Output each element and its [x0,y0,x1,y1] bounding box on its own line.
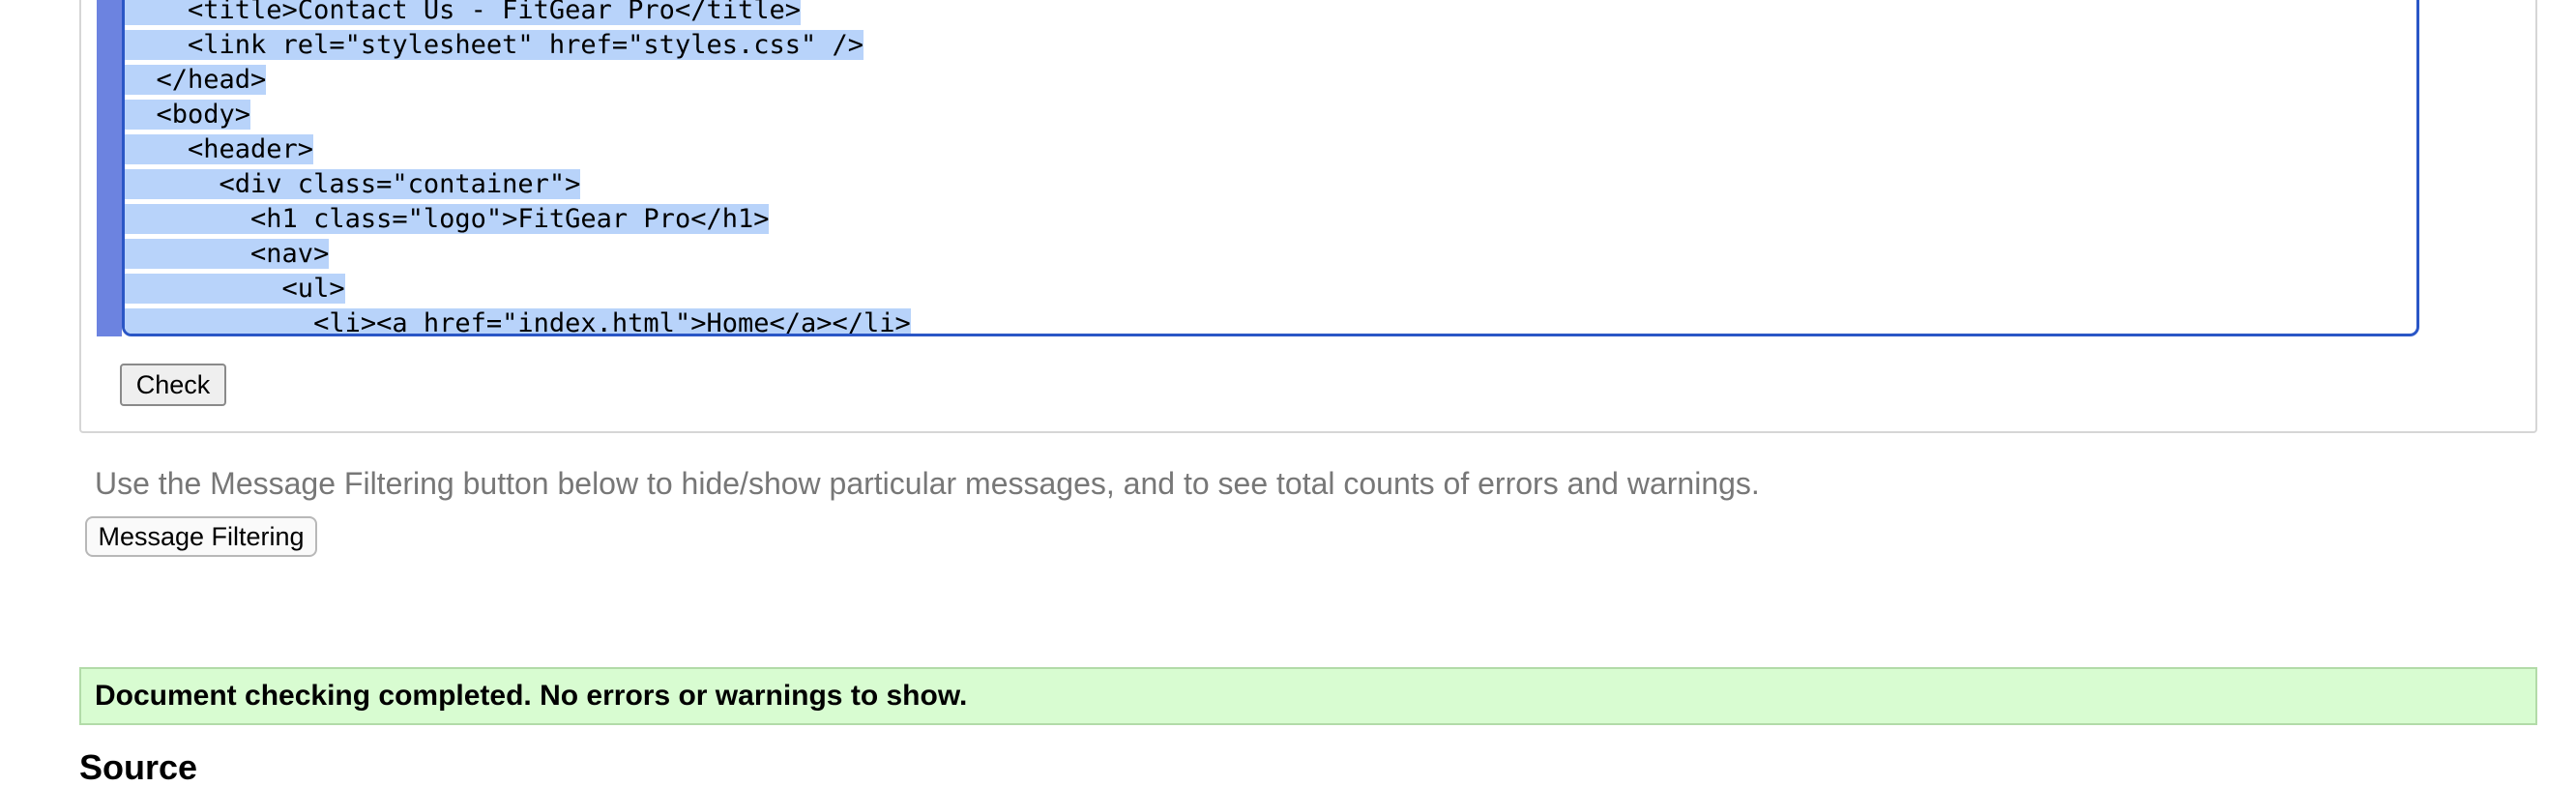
code-line: <h1 class="logo">FitGear Pro</h1> [125,204,770,234]
source-code-editor[interactable]: <title>Contact Us - FitGear Pro</title> … [122,0,2419,336]
code-content: <title>Contact Us - FitGear Pro</title> … [125,0,2416,336]
code-line: </head> [125,65,267,95]
editor-gutter [97,0,122,336]
grammarly-widget[interactable] [2418,261,2419,317]
code-line: <link rel="stylesheet" href="styles.css"… [125,30,864,60]
source-heading: Source [79,747,198,787]
code-line: <title>Contact Us - FitGear Pro</title> [125,0,2416,28]
code-line: <div class="container"> [125,169,581,199]
code-line: <body> [125,100,251,130]
code-line: <header> [125,134,314,164]
code-line: <nav> [125,239,330,269]
code-line: <li><a href="index.html">Home</a></li> [125,308,911,336]
status-message: Document checking completed. No errors o… [95,680,968,712]
check-button[interactable]: Check [120,364,226,406]
message-filter-hint: Use the Message Filtering button below t… [95,466,1760,501]
message-filtering-button[interactable]: Message Filtering [85,516,317,557]
code-line: <ul> [125,274,345,304]
status-success-banner: Document checking completed. No errors o… [79,667,2537,725]
